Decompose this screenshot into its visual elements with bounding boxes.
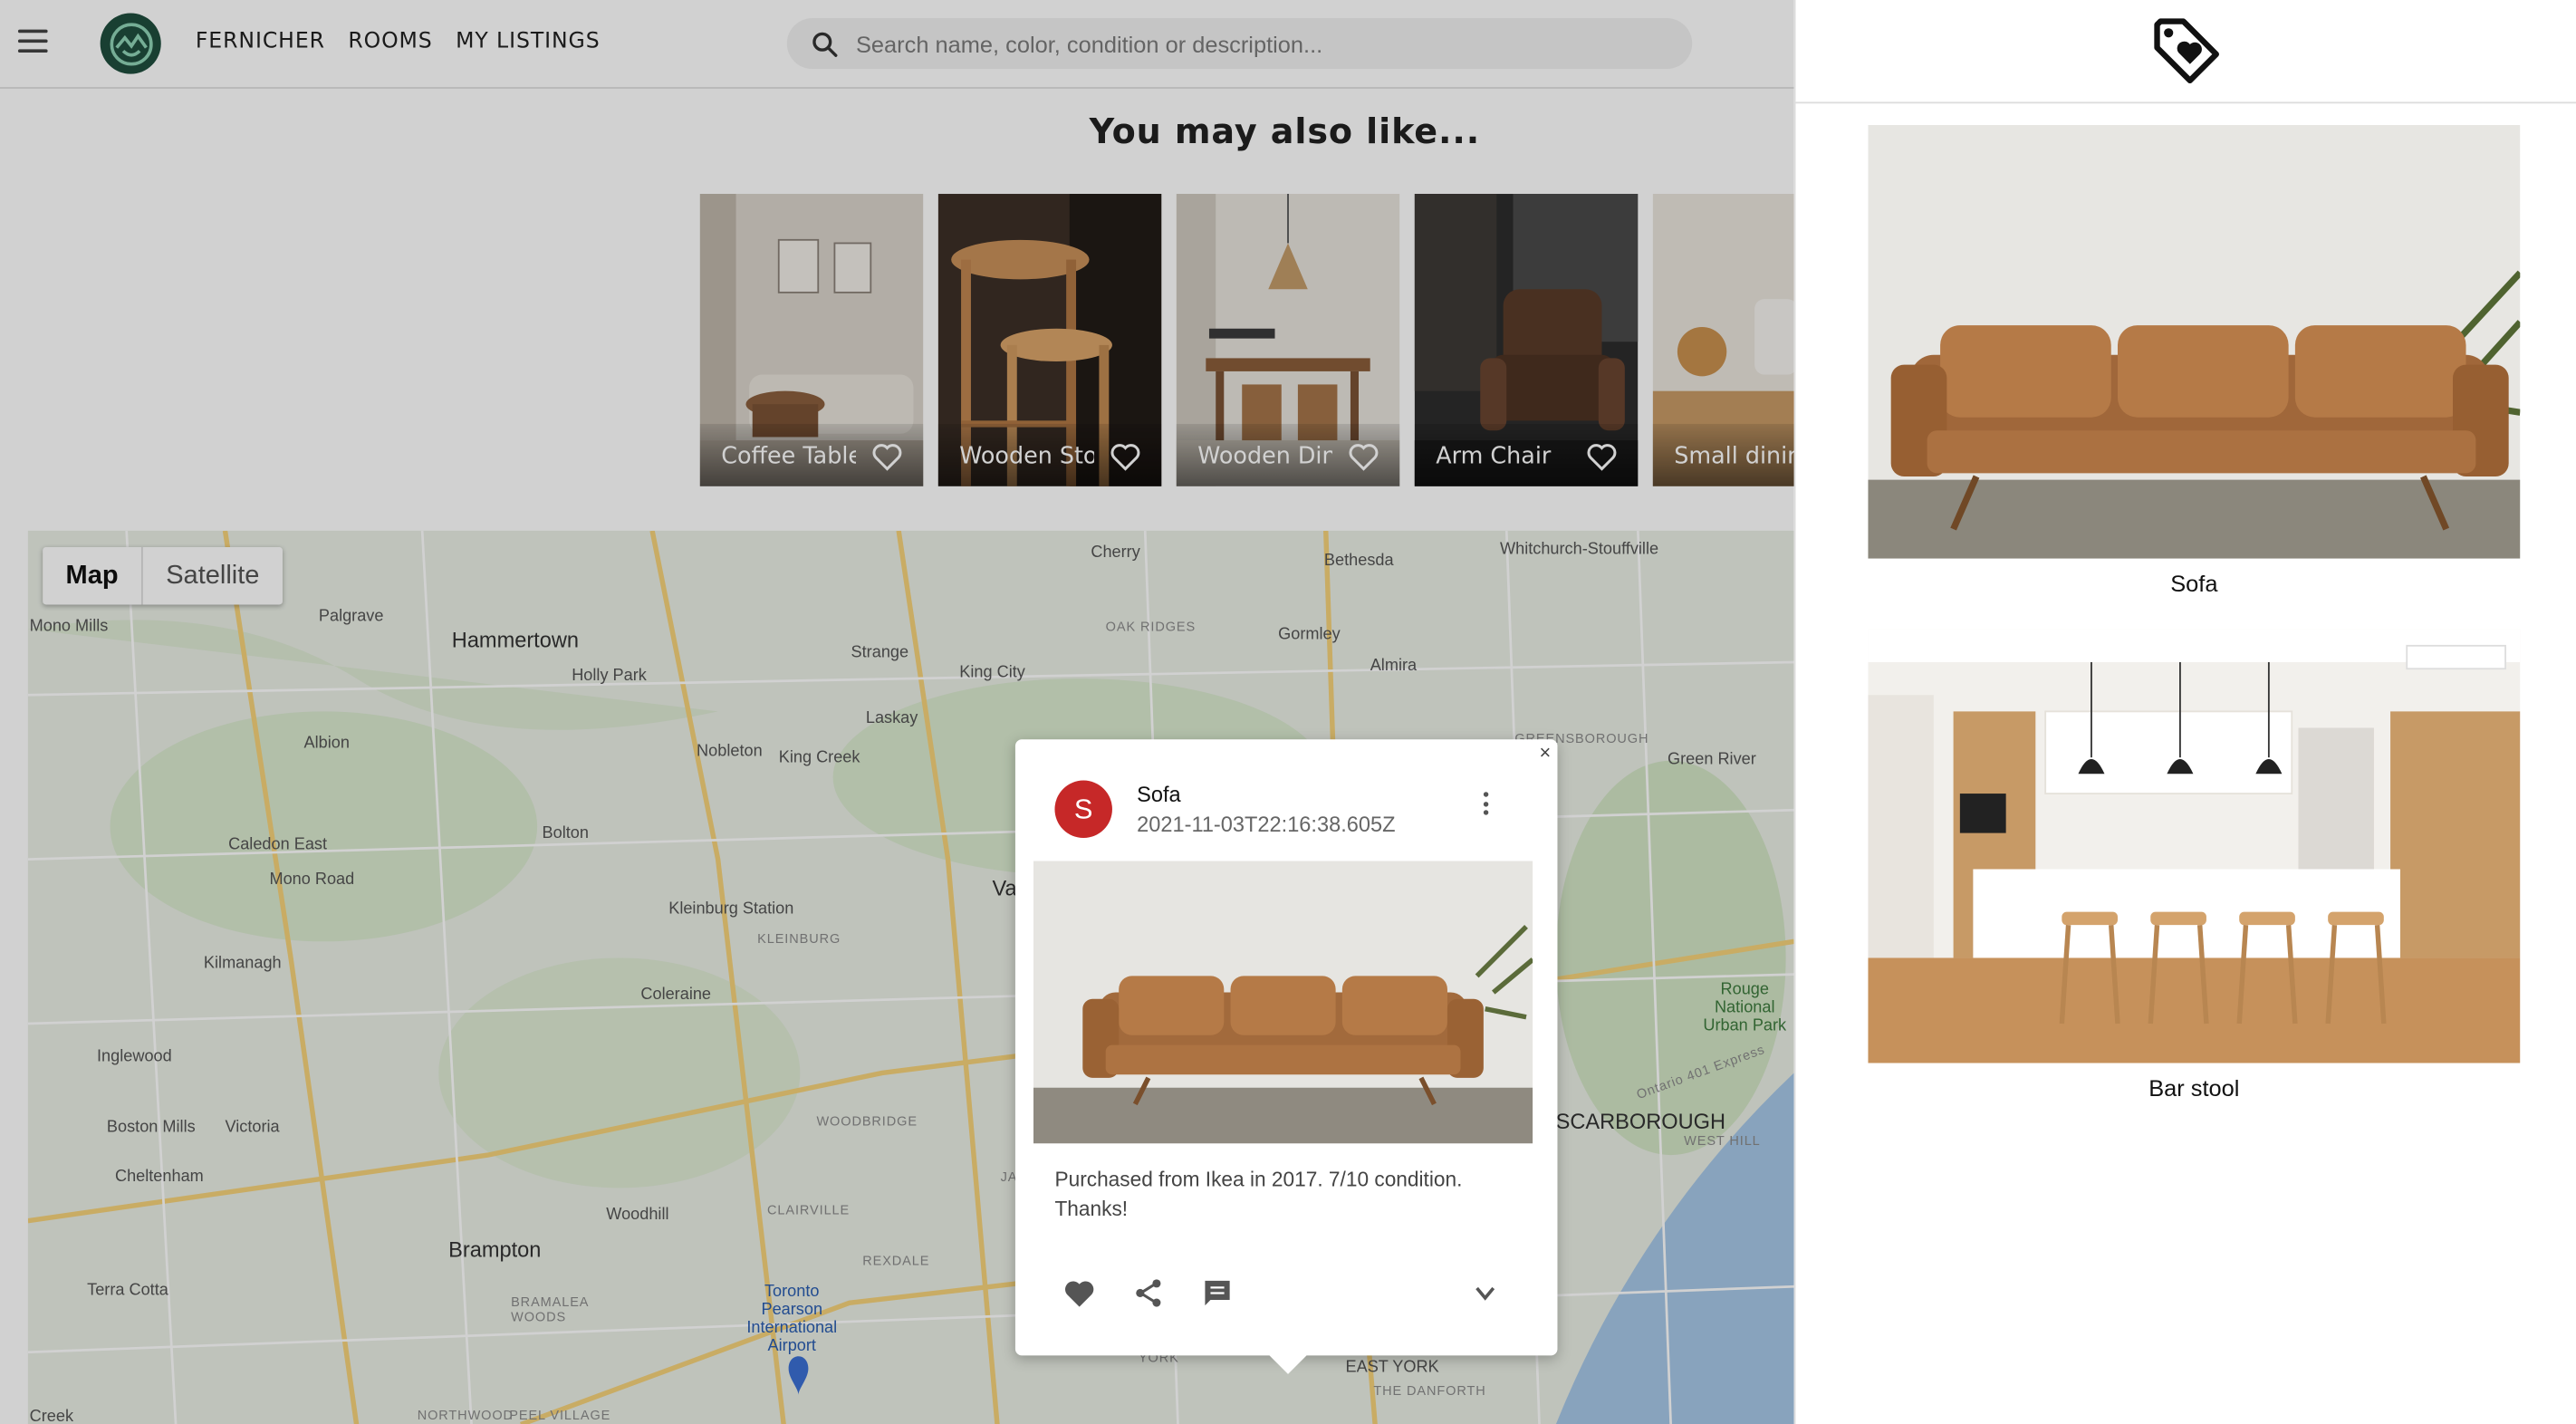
listing-photo xyxy=(1033,861,1533,1144)
listing-title: Sofa xyxy=(1137,782,1181,807)
favorite-icon[interactable] xyxy=(1063,1276,1096,1309)
sofa-photo xyxy=(1868,124,2521,559)
comment-icon[interactable] xyxy=(1201,1276,1234,1309)
favorites-drawer: Sofa Bar stool xyxy=(1793,0,2576,1424)
tag-heart-icon xyxy=(2153,18,2219,84)
drawer-header xyxy=(1795,0,2576,104)
sofa-photo xyxy=(1033,861,1533,1144)
listing-date: 2021-11-03T22:16:38.605Z xyxy=(1137,812,1396,837)
drawer-item-bar-stool[interactable]: Bar stool xyxy=(1868,629,2521,1102)
drawer-item-photo xyxy=(1868,124,2521,559)
more-vert-icon[interactable] xyxy=(1477,787,1494,820)
listing-description: Purchased from Ikea in 2017. 7/10 condit… xyxy=(1054,1168,1463,1221)
drawer-item-caption: Bar stool xyxy=(2148,1074,2240,1102)
drawer-item-sofa[interactable]: Sofa xyxy=(1868,124,2521,597)
chevron-down-icon[interactable] xyxy=(1474,1282,1496,1304)
avatar: S xyxy=(1054,780,1112,839)
drawer-item-photo xyxy=(1868,629,2521,1063)
bar-stool-photo xyxy=(1868,629,2521,1063)
share-icon[interactable] xyxy=(1132,1276,1165,1309)
listing-actions xyxy=(1063,1276,1235,1309)
drawer-item-caption: Sofa xyxy=(2170,570,2218,597)
close-icon[interactable]: × xyxy=(1540,741,1552,764)
listing-popup: × S Sofa 2021-11-03T22:16:38.605Z Purcha… xyxy=(1014,739,1558,1374)
